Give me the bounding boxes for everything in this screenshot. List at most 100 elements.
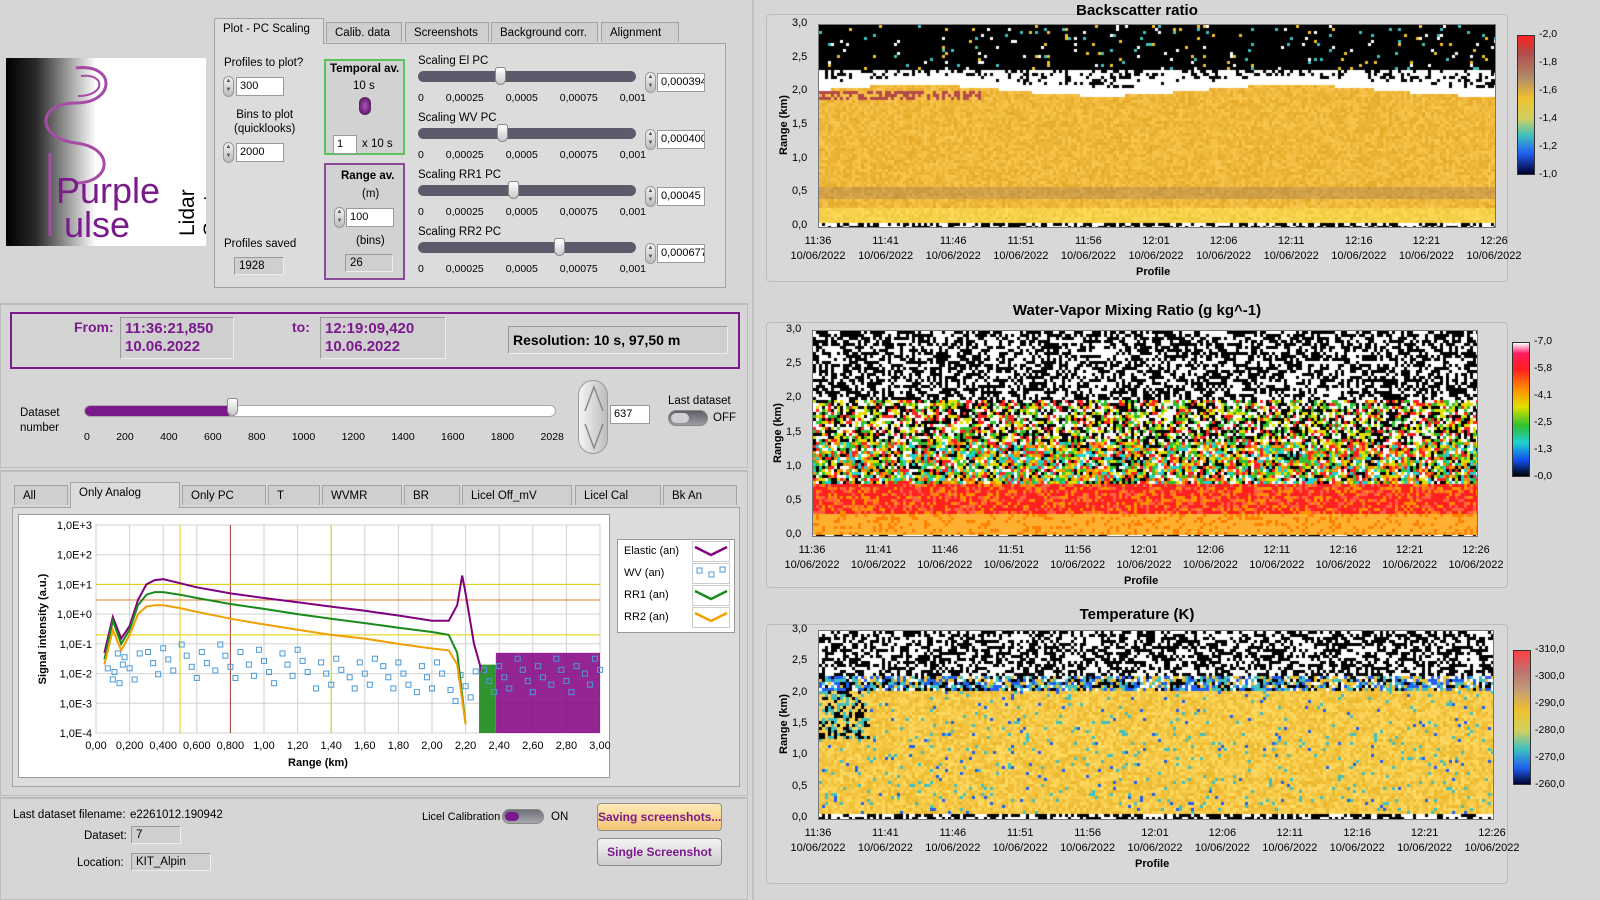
last-dataset-toggle[interactable] (668, 410, 708, 426)
y-axis-title: Signal intensity (a.u.) (37, 573, 49, 684)
profiles-spinner[interactable]: ▲ ▼ (223, 76, 234, 97)
bins-to-plot-input[interactable]: 2000 (236, 143, 284, 162)
x-axis-title: Range (km) (288, 757, 348, 769)
heatmap-x-date: 10/06/2022 (1464, 842, 1520, 854)
heatmap-x-tick: 11:46 10/06/2022 (923, 826, 983, 856)
legend-label: Elastic (an) (624, 545, 680, 557)
x-tick-label: 1,00 (253, 740, 274, 752)
plot-tab[interactable]: Only Analog (70, 482, 180, 508)
dataset-tick: 1600 (441, 431, 465, 443)
heatmap-x-tick: 12:06 10/06/2022 (1180, 543, 1240, 573)
heatmap-x-tick: 12:26 10/06/2022 (1446, 543, 1506, 573)
x-tick-label: 0,200 (116, 740, 144, 752)
plot-tab[interactable]: Licel Off_mV (462, 485, 572, 505)
filename-label: Last dataset filename: (13, 809, 126, 821)
legend-swatch-icon (694, 545, 728, 556)
from-date: 10.06.2022 (125, 338, 201, 355)
down-arrow-icon[interactable] (579, 420, 609, 456)
heatmap-x-date: 10/06/2022 (1060, 842, 1116, 854)
heatmap-x-time: 11:41 (872, 235, 899, 247)
scaling-value-input[interactable]: 0,000394 (657, 73, 705, 92)
heatmap-colorbar (1517, 35, 1535, 175)
scaling-slider-thumb[interactable] (507, 181, 519, 199)
legend-swatch-icon (694, 611, 728, 622)
single-screenshot-button[interactable]: Single Screenshot (597, 838, 722, 866)
plot-tab[interactable]: Only PC (182, 485, 266, 505)
tab-screenshots[interactable]: Screenshots (405, 22, 489, 42)
scaling-slider-thumb[interactable] (497, 124, 508, 142)
scaling-value-input[interactable]: 0,000400 (657, 130, 705, 149)
scaling-label: Scaling RR2 PC (418, 226, 502, 238)
tab-background-corr[interactable]: Background corr. (491, 22, 598, 42)
tab-alignment[interactable]: Alignment (601, 22, 679, 42)
scaling-value-input[interactable]: 0,00045 (657, 187, 705, 206)
plot-tab[interactable]: Bk An (663, 485, 737, 505)
tab-calib-data[interactable]: Calib. data (326, 22, 402, 42)
x-tick-label: 2,20 (455, 740, 476, 752)
dataset-number-input[interactable]: 637 (610, 405, 650, 424)
scaling-slider-thumb[interactable] (553, 238, 565, 256)
dataset-stepper[interactable] (578, 380, 608, 454)
heatmap-x-tick: 12:11 10/06/2022 (1260, 826, 1320, 856)
scaling-slider-track[interactable] (418, 128, 636, 139)
heatmap-x-date: 10/06/2022 (858, 250, 914, 262)
bins-spinner[interactable]: ▲ ▼ (223, 142, 234, 163)
heatmap-x-tick: 12:26 10/06/2022 (1464, 234, 1524, 264)
scaling-spinner[interactable]: ▲ ▼ (645, 186, 656, 207)
plot-tab[interactable]: T (268, 485, 320, 505)
heatmap-y-tick: 0,5 (792, 185, 808, 198)
temporal-av-knob[interactable] (359, 97, 371, 115)
scaling-slider-track[interactable] (418, 185, 636, 196)
heatmap-colorbar (1512, 342, 1530, 477)
up-arrow-icon[interactable] (579, 381, 609, 417)
heatmap-x-time: 11:46 (931, 544, 959, 556)
tab-plot-pc-scaling[interactable]: Plot - PC Scaling (214, 18, 324, 44)
heatmap-x-date: 10/06/2022 (1182, 559, 1238, 571)
heatmap-x-tick: 11:41 10/06/2022 (848, 543, 908, 573)
scaling-spinner[interactable]: ▲ ▼ (645, 243, 656, 264)
scaling-slider-thumb[interactable] (494, 67, 506, 85)
scaling-tick: 0,001 (619, 149, 646, 161)
heatmap-x-time: 12:16 (1345, 235, 1373, 247)
profiles-to-plot-input[interactable]: 300 (236, 77, 284, 96)
colorbar-tick: -2,5 (1534, 416, 1553, 428)
plot-tab[interactable]: Licel Cal (575, 485, 661, 505)
heatmap-x-date: 10/06/2022 (784, 559, 840, 571)
range-av-m-input[interactable]: 100 (346, 208, 394, 227)
plot-tab[interactable]: All (14, 485, 68, 505)
plot-tab[interactable]: WVMR (322, 485, 402, 505)
to-datetime: 12:19:09,420 10.06.2022 (320, 317, 446, 359)
scaling-slider-track[interactable] (418, 242, 636, 253)
y-tick-label: 1,0E-1 (60, 639, 92, 651)
scaling-spinner[interactable]: ▲ ▼ (645, 129, 656, 150)
last-dataset-label: Last dataset (668, 395, 731, 407)
dataset-tick: 1000 (291, 431, 316, 443)
heatmap-x-tick: 11:36 10/06/2022 (782, 543, 842, 573)
saving-screenshots-button[interactable]: Saving screenshots... (597, 803, 722, 831)
dataset-slider-thumb[interactable] (226, 398, 238, 416)
plot-tab[interactable]: BR (404, 485, 460, 505)
scaling-tick: 0,00075 (559, 92, 598, 104)
heatmap-x-time: 11:51 (1006, 827, 1034, 839)
licel-calibration-toggle[interactable] (502, 809, 544, 824)
colorbar-tick: -1,3 (1534, 443, 1553, 455)
scaling-tick: 0,0005 (505, 206, 538, 218)
licel-calibration-state: ON (551, 811, 569, 823)
range-av-spinner[interactable]: ▲ ▼ (334, 207, 345, 228)
dataset-slider-track[interactable] (84, 405, 556, 417)
temporal-multiplier-input[interactable]: 1 (333, 135, 357, 154)
x-tick-label: 2,80 (556, 740, 577, 752)
heatmap-x-time: 12:06 (1208, 827, 1237, 839)
scaling-tick: 0,001 (619, 206, 646, 218)
scaling-slider-track[interactable] (418, 71, 636, 82)
heatmap-x-tick: 12:16 10/06/2022 (1329, 234, 1389, 264)
heatmap-x-tick: 12:01 10/06/2022 (1126, 234, 1186, 264)
legend-label: RR1 (an) (624, 589, 669, 601)
heatmap-x-date: 10/06/2022 (983, 559, 1039, 571)
temporal-av-value: 10 s (353, 80, 375, 92)
heatmap-x-date: 10/06/2022 (1060, 250, 1116, 262)
colorbar-tick: -280,0 (1535, 724, 1565, 736)
scaling-value-input[interactable]: 0,000677 (657, 244, 705, 263)
scaling-spinner[interactable]: ▲ ▼ (645, 72, 656, 93)
heatmap-x-time: 12:06 (1209, 235, 1238, 247)
